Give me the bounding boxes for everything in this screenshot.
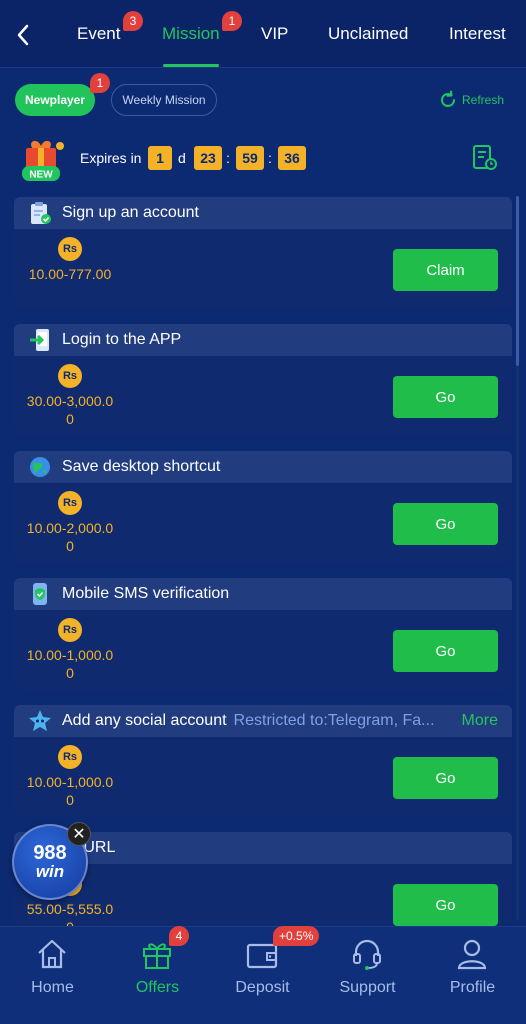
- mission-reward: 10.00-777.00: [28, 266, 112, 282]
- phone-login-icon: [30, 329, 49, 351]
- go-button[interactable]: Go: [393, 630, 498, 672]
- mission-card: Save desktop shortcut Rs 10.00-2,000.00 …: [14, 451, 512, 563]
- mission-reward: 10.00-1,000.00: [26, 647, 114, 681]
- chevron-left-icon: [17, 24, 29, 46]
- refresh-label: Refresh: [462, 93, 505, 107]
- mission-header: Save desktop shortcut: [14, 451, 512, 483]
- mission-reward: 10.00-2,000.00: [26, 520, 114, 554]
- bottom-nav-bar: Home Offers 4 Deposit Support Profile: [0, 926, 526, 1024]
- back-button[interactable]: [10, 20, 36, 50]
- mission-title: Sign up an account: [62, 204, 199, 221]
- mission-title: Add any social account: [62, 712, 227, 729]
- subtab-weekly-mission[interactable]: Weekly Mission: [111, 84, 217, 116]
- rupee-coin-icon: Rs: [58, 364, 82, 388]
- tab-interest[interactable]: Interest: [449, 24, 506, 44]
- deposit-bonus-badge: +0.5%: [273, 926, 320, 946]
- user-icon: [457, 939, 487, 970]
- claim-button[interactable]: Claim: [393, 249, 498, 291]
- home-icon: [38, 939, 66, 969]
- countdown-sep: :: [226, 150, 230, 166]
- countdown-days: 1: [148, 146, 172, 170]
- close-floating-button[interactable]: ✕: [67, 822, 91, 846]
- scrollbar-thumb[interactable]: [516, 196, 519, 366]
- headset-icon: [353, 939, 381, 970]
- go-button[interactable]: Go: [393, 884, 498, 926]
- mission-badge: 1: [222, 11, 242, 31]
- newplayer-badge: 1: [90, 73, 110, 93]
- mission-reward: 10.00-1,000.00: [26, 774, 114, 808]
- expires-label: Expires in: [80, 150, 142, 166]
- phone-shield-icon: [33, 583, 47, 605]
- rupee-coin-icon: Rs: [58, 237, 82, 261]
- nav-support[interactable]: Support: [315, 927, 420, 1024]
- logo-number: 988: [33, 842, 67, 864]
- mission-title: Save desktop shortcut: [62, 458, 221, 475]
- mission-header: Sign up an account: [14, 197, 512, 229]
- offers-badge: 4: [169, 926, 189, 946]
- nav-profile[interactable]: Profile: [420, 927, 525, 1024]
- go-button[interactable]: Go: [393, 376, 498, 418]
- new-gift-icon: NEW: [18, 136, 72, 184]
- refresh-icon: [441, 90, 455, 107]
- go-button[interactable]: Go: [393, 503, 498, 545]
- tab-event[interactable]: Event: [77, 24, 120, 44]
- records-icon[interactable]: [472, 144, 498, 172]
- mission-card: Login to the APP Rs 30.00-3,000.00 Go: [14, 324, 512, 436]
- rupee-coin-icon: Rs: [58, 618, 82, 642]
- countdown-seconds: 36: [278, 146, 306, 170]
- rupee-coin-icon: Rs: [58, 745, 82, 769]
- mission-card: Mobile SMS verification Rs 10.00-1,000.0…: [14, 578, 512, 690]
- countdown-minutes: 59: [236, 146, 264, 170]
- globe-icon: [30, 457, 50, 477]
- clipboard-check-icon: [31, 202, 51, 224]
- countdown-day-unit: d: [178, 150, 186, 166]
- mission-card: Add any social account Restricted to:Tel…: [14, 705, 512, 817]
- top-nav-bar: Event 3 Mission 1 VIP Unclaimed Interest: [0, 0, 526, 68]
- active-tab-indicator: [163, 64, 219, 67]
- nav-support-label: Support: [339, 979, 396, 996]
- countdown-hours: 23: [194, 146, 222, 170]
- new-tag: NEW: [29, 170, 53, 181]
- nav-home[interactable]: Home: [0, 927, 105, 1024]
- mission-card: ve URL Rs 55.00-5,555.00 Go: [14, 832, 512, 926]
- nav-offers-label: Offers: [135, 979, 180, 996]
- countdown-sep: :: [268, 150, 272, 166]
- restriction-text: Restricted to:Telegram, Fa...: [233, 712, 435, 729]
- more-link[interactable]: More: [462, 712, 498, 730]
- nav-offers[interactable]: Offers: [105, 927, 210, 1024]
- refresh-button[interactable]: Refresh: [438, 90, 504, 110]
- mission-title: Mobile SMS verification: [62, 585, 230, 602]
- mission-header: Add any social account Restricted to:Tel…: [14, 705, 512, 737]
- mission-title: Login to the APP: [62, 331, 182, 348]
- nav-deposit-label: Deposit: [235, 979, 290, 996]
- nav-home-label: Home: [31, 979, 74, 996]
- go-button[interactable]: Go: [393, 757, 498, 799]
- logo-word: win: [35, 862, 65, 881]
- tab-mission[interactable]: Mission: [162, 24, 220, 44]
- subtab-newplayer[interactable]: Newplayer: [15, 84, 95, 116]
- rupee-coin-icon: Rs: [58, 491, 82, 515]
- tab-vip[interactable]: VIP: [261, 24, 288, 44]
- tab-unclaimed[interactable]: Unclaimed: [328, 24, 408, 44]
- mission-reward: 55.00-5,555.00: [26, 901, 114, 926]
- mission-header: Login to the APP: [14, 324, 512, 356]
- mission-header: Mobile SMS verification: [14, 578, 512, 610]
- mission-reward: 30.00-3,000.00: [26, 393, 114, 427]
- mission-card: Sign up an account Rs 10.00-777.00 Claim: [14, 197, 512, 309]
- event-badge: 3: [123, 11, 143, 31]
- social-star-icon: [29, 710, 51, 731]
- nav-profile-label: Profile: [449, 979, 496, 996]
